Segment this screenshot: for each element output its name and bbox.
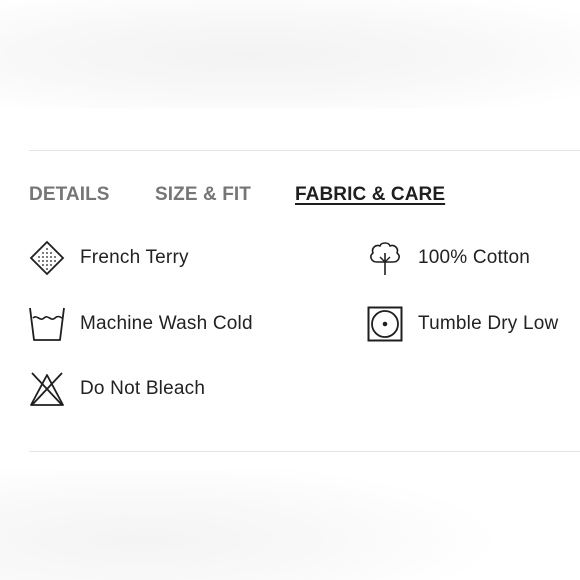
care-item-label: French Terry: [80, 247, 189, 268]
do-not-bleach-icon: [29, 371, 65, 407]
tab-fabric-care[interactable]: FABRIC & CARE: [295, 184, 445, 206]
care-item-label: Machine Wash Cold: [80, 313, 253, 334]
image-area-top: [0, 0, 580, 108]
divider-top: [29, 150, 580, 151]
tab-size-fit[interactable]: SIZE & FIT: [155, 184, 251, 206]
fabric-knit-icon: [29, 240, 65, 276]
care-item-tumble-dry-low: Tumble Dry Low: [367, 304, 558, 344]
care-item-label: 100% Cotton: [418, 247, 531, 268]
care-item-label: Tumble Dry Low: [418, 313, 559, 334]
image-area-bottom: [0, 470, 580, 580]
tumble-dry-low-icon: [367, 306, 403, 342]
tab-details[interactable]: DETAILS: [29, 184, 110, 206]
care-item-cotton: 100% Cotton: [367, 238, 530, 278]
care-item-french-terry: French Terry: [29, 238, 189, 278]
care-item-label: Do Not Bleach: [80, 378, 206, 399]
cotton-plant-icon: [367, 240, 403, 276]
divider-bottom: [29, 451, 580, 452]
care-item-do-not-bleach: Do Not Bleach: [29, 369, 205, 409]
wash-cold-icon: [29, 306, 65, 342]
care-item-machine-wash-cold: Machine Wash Cold: [29, 304, 253, 344]
